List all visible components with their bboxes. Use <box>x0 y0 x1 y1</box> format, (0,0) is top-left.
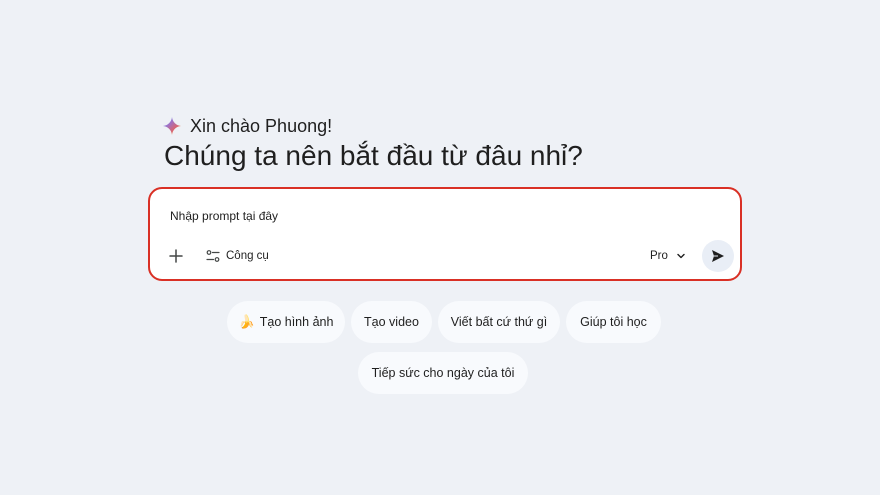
chip-label: Viết bất cứ thứ gì <box>450 315 548 329</box>
prompt-input[interactable] <box>170 209 650 223</box>
tools-button[interactable]: Công cụ <box>206 247 269 265</box>
chip-help-me-learn[interactable]: Giúp tôi học <box>566 301 661 343</box>
add-button[interactable] <box>166 246 186 266</box>
prompt-box[interactable]: Công cụ Pro <box>148 187 742 281</box>
model-label: Pro <box>650 250 668 262</box>
plus-icon <box>169 249 183 263</box>
gemini-spark-icon <box>163 117 181 135</box>
chip-write-anything[interactable]: Viết bất cứ thứ gì <box>438 301 560 343</box>
chip-create-image[interactable]: 🍌 Tạo hình ảnh <box>227 301 345 343</box>
chip-label: Tiếp sức cho ngày của tôi <box>371 366 515 380</box>
banana-icon: 🍌 <box>238 314 255 329</box>
greeting: Xin chào Phuong! <box>163 114 332 138</box>
chip-create-video[interactable]: Tạo video <box>351 301 432 343</box>
send-button[interactable] <box>702 240 734 272</box>
chip-boost-my-day[interactable]: Tiếp sức cho ngày của tôi <box>358 352 528 394</box>
chevron-down-icon <box>677 253 685 259</box>
tools-sliders-icon <box>206 250 220 262</box>
model-selector[interactable]: Pro <box>650 247 686 265</box>
greeting-text: Xin chào Phuong! <box>190 115 333 136</box>
chip-label: Tạo video <box>364 315 419 329</box>
chip-label: Tạo hình ảnh <box>259 315 334 329</box>
tools-label: Công cụ <box>226 250 269 262</box>
chip-label: Giúp tôi học <box>580 315 647 329</box>
page-title: Chúng ta nên bắt đầu từ đâu nhỉ? <box>164 140 583 171</box>
send-icon <box>712 250 724 262</box>
